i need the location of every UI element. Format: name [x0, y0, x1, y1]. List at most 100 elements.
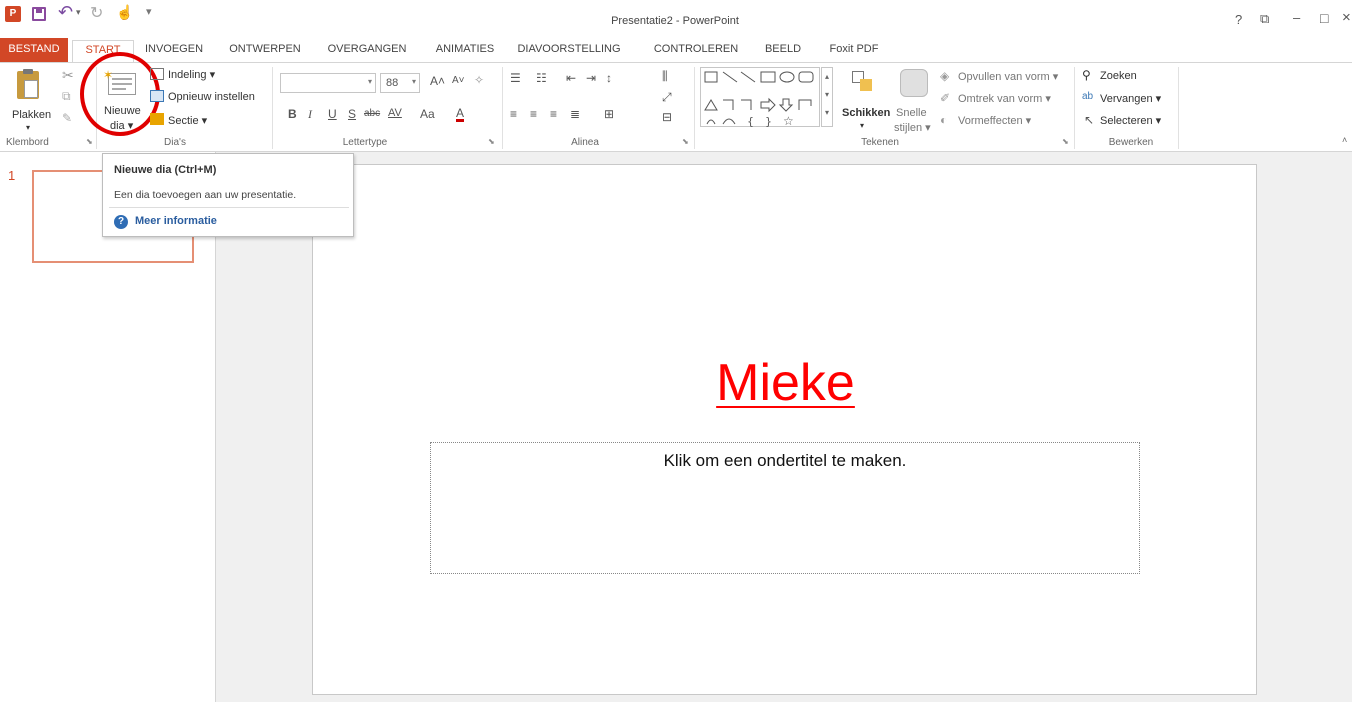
svg-text:}: } [765, 115, 772, 128]
increase-indent-icon[interactable]: ⇥ [586, 71, 596, 85]
line-spacing-icon[interactable]: ↕ [606, 71, 612, 85]
shape-fill-icon: ◈ [940, 69, 950, 83]
char-spacing-button[interactable]: AV [388, 107, 402, 119]
layout-icon [150, 68, 164, 80]
bold-button[interactable]: B [288, 107, 297, 121]
tab-invoegen[interactable]: INVOEGEN [138, 40, 210, 60]
undo-icon[interactable]: ↶ [58, 2, 73, 23]
group-label-tekenen: Tekenen [861, 137, 899, 148]
more-info-link[interactable]: Meer informatie [135, 215, 217, 227]
quick-styles-label[interactable]: Snelle [896, 107, 927, 119]
shapes-scroll[interactable]: ▴ ▾ ▾ [821, 67, 833, 127]
reset-icon [150, 90, 164, 102]
subtitle-placeholder-text: Klik om een ondertitel te maken. [663, 451, 907, 470]
tab-diavoorstelling[interactable]: DIAVOORSTELLING [506, 40, 632, 60]
justify-icon[interactable]: ≣ [570, 107, 580, 121]
italic-button[interactable]: I [308, 107, 312, 122]
cut-icon[interactable]: ✂ [62, 67, 74, 84]
customize-qat-icon[interactable]: ▾ [146, 5, 152, 18]
title-bar: P ↶ ▾ ↻ ☝ ▾ Presentatie2 - PowerPoint ? … [0, 0, 1352, 36]
slide-title[interactable]: Mieke [313, 353, 1258, 413]
grow-font-button[interactable]: A˄ [430, 74, 445, 88]
section-button[interactable]: Sectie ▾ [168, 114, 207, 127]
select-button[interactable]: Selecteren ▾ [1100, 114, 1161, 127]
decrease-indent-icon[interactable]: ⇤ [566, 71, 576, 85]
smartart-icon[interactable]: ⊞ [604, 107, 614, 121]
powerpoint-app-icon[interactable]: P [5, 6, 21, 22]
klembord-launcher-icon[interactable]: ⬊ [86, 137, 93, 146]
paste-button[interactable]: Plakken ▾ [8, 69, 52, 132]
shape-fill-button[interactable]: Opvullen van vorm ▾ [958, 70, 1058, 83]
shape-outline-button[interactable]: Omtrek van vorm ▾ [958, 92, 1051, 105]
subtitle-placeholder[interactable]: Klik om een ondertitel te maken. [430, 442, 1140, 574]
find-button[interactable]: Zoeken [1100, 70, 1137, 82]
minimize-icon[interactable]: – [1293, 10, 1300, 25]
touch-mode-icon[interactable]: ☝ [116, 4, 133, 21]
svg-text:☆: ☆ [783, 114, 794, 128]
arrange-icon [850, 69, 878, 97]
tab-ontwerpen[interactable]: ONTWERPEN [224, 40, 306, 60]
replace-button[interactable]: Vervangen ▾ [1100, 92, 1161, 105]
quick-styles-icon [900, 69, 928, 97]
group-label-dias: Dia's [164, 137, 186, 148]
find-icon: ⚲ [1082, 68, 1091, 82]
tab-foxit-pdf[interactable]: Foxit PDF [822, 40, 886, 60]
arrange-button[interactable]: Schikken [842, 107, 890, 119]
arrange-dropdown-icon: ▾ [860, 121, 865, 130]
tab-bestand[interactable]: BESTAND [0, 38, 68, 62]
tooltip-description: Een dia toevoegen aan uw presentatie. [114, 189, 297, 201]
collapse-ribbon-icon[interactable]: ˄ [1342, 135, 1347, 145]
help-icon[interactable]: ? [1235, 12, 1242, 27]
clear-formatting-icon[interactable]: ✧ [474, 73, 484, 87]
lettertype-launcher-icon[interactable]: ⬊ [488, 137, 495, 146]
tab-controleren[interactable]: CONTROLEREN [648, 40, 744, 60]
ribbon: Plakken ▾ ✂ ⧉ ✎ Klembord ⬊ ✶ Nieuwe dia … [0, 52, 1352, 152]
ribbon-display-options-icon[interactable]: ⧉ [1260, 11, 1269, 27]
shape-outline-icon: ✐ [940, 91, 951, 105]
change-case-button[interactable]: Aa [420, 107, 435, 121]
align-center-icon[interactable]: ≡ [530, 107, 537, 121]
undo-dropdown-icon[interactable]: ▾ [76, 7, 81, 18]
save-icon[interactable] [32, 7, 46, 21]
alinea-launcher-icon[interactable]: ⬊ [682, 137, 689, 146]
underline-button[interactable]: U [328, 107, 337, 121]
tab-animaties[interactable]: ANIMATIES [428, 40, 502, 60]
text-direction-icon[interactable]: ⤢ [662, 90, 672, 105]
shapes-gallery[interactable]: { } ☆ [700, 67, 820, 128]
group-label-lettertype: Lettertype [342, 137, 388, 148]
paste-dropdown-icon: ▾ [26, 123, 31, 132]
numbering-icon[interactable]: ☷ [536, 71, 547, 85]
copy-icon[interactable]: ⧉ [62, 89, 71, 104]
strikethrough-button[interactable]: abc [364, 108, 380, 119]
maximize-icon[interactable]: □ [1320, 10, 1328, 26]
shadow-button[interactable]: S [348, 107, 356, 121]
tekenen-launcher-icon[interactable]: ⬊ [1062, 137, 1069, 146]
tab-beeld[interactable]: BEELD [756, 40, 810, 60]
align-right-icon[interactable]: ≡ [550, 107, 557, 121]
close-icon[interactable]: × [1342, 9, 1351, 26]
bullets-icon[interactable]: ☰ [510, 71, 521, 85]
group-label-klembord: Klembord [6, 137, 49, 148]
font-name-input[interactable]: ▾ [280, 73, 376, 93]
slide[interactable]: Mieke Klik om een ondertitel te maken. [312, 164, 1257, 695]
quick-styles-dropdown[interactable]: stijlen ▾ [894, 121, 931, 134]
align-left-icon[interactable]: ≡ [510, 107, 517, 121]
group-label-bewerken: Bewerken [1108, 137, 1154, 148]
align-text-icon[interactable]: ⊟ [662, 110, 672, 124]
help-circle-icon: ? [114, 215, 128, 229]
group-label-alinea: Alinea [571, 137, 599, 148]
svg-text:{: { [747, 115, 754, 128]
reset-button[interactable]: Opnieuw instellen [168, 91, 255, 103]
layout-button[interactable]: Indeling ▾ [168, 68, 215, 81]
paste-label: Plakken [12, 109, 52, 121]
tab-overgangen[interactable]: OVERGANGEN [322, 40, 412, 60]
shape-effects-button[interactable]: Vormeffecten ▾ [958, 114, 1031, 127]
redo-icon[interactable]: ↻ [90, 3, 103, 23]
font-color-button[interactable]: A [456, 107, 465, 122]
columns-icon[interactable]: ⫼ [662, 69, 668, 84]
shrink-font-button[interactable]: A˅ [452, 75, 465, 86]
font-size-input[interactable]: 88 ▾ [380, 73, 420, 93]
format-painter-icon[interactable]: ✎ [62, 111, 72, 125]
window-title: Presentatie2 - PowerPoint [611, 15, 739, 27]
new-slide-tooltip: Nieuwe dia (Ctrl+M) Een dia toevoegen aa… [102, 153, 354, 237]
